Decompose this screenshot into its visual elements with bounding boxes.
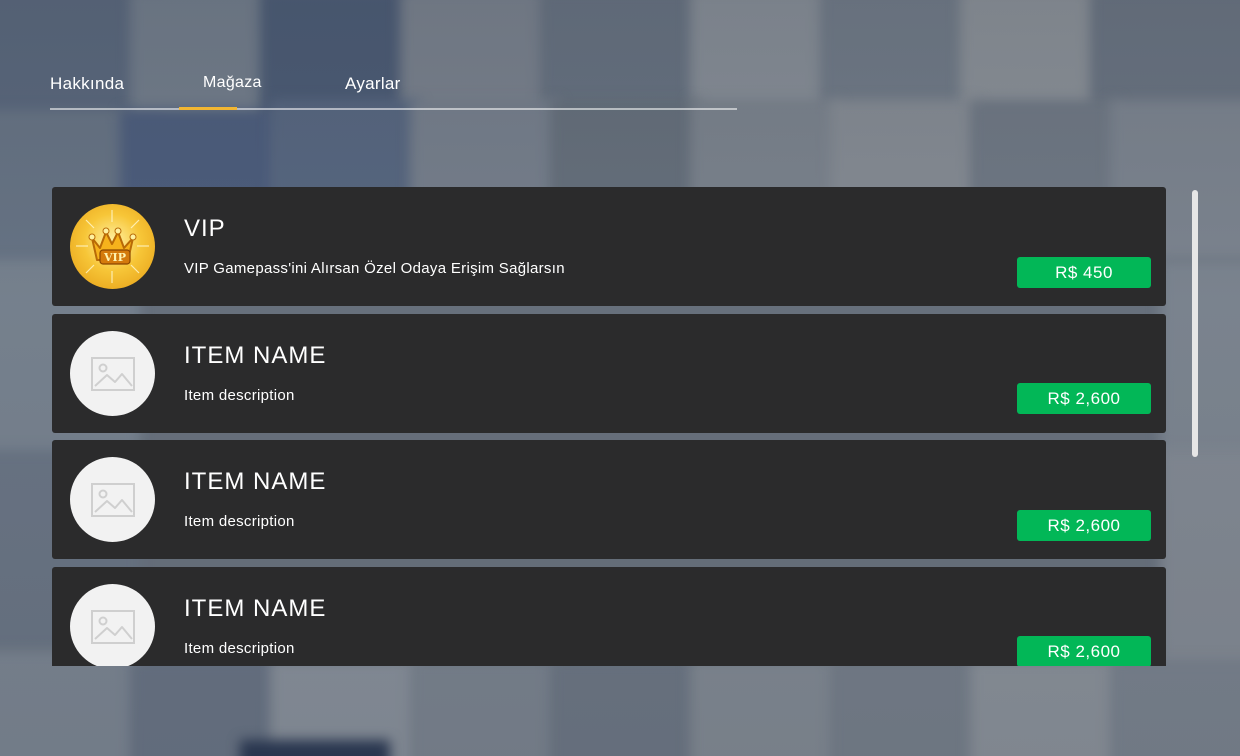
list-scrollbar[interactable]	[1192, 190, 1198, 457]
image-placeholder-icon	[70, 584, 155, 666]
tab-divider	[50, 108, 737, 110]
buy-button[interactable]: R$ 2,600	[1017, 383, 1151, 414]
item-description: Item description	[184, 640, 295, 657]
image-placeholder-icon	[70, 331, 155, 416]
buy-button[interactable]: R$ 2,600	[1017, 636, 1151, 666]
tab-hakkinda[interactable]: Hakkında	[50, 74, 124, 94]
item-description: Item description	[184, 387, 295, 404]
buy-button[interactable]: R$ 450	[1017, 257, 1151, 288]
item-description: VIP Gamepass'ini Alırsan Özel Odaya Eriş…	[184, 260, 565, 277]
store-item-list[interactable]: VIP VIP VIP Gamepass'ini Alırsan Özel Od…	[52, 187, 1166, 666]
image-placeholder-icon	[70, 457, 155, 542]
vip-crown-icon: VIP	[70, 204, 155, 289]
item-description: Item description	[184, 513, 295, 530]
item-title: ITEM NAME	[184, 342, 327, 369]
svg-text:VIP: VIP	[103, 251, 126, 264]
tab-bar: Hakkında Mağaza Ayarlar	[50, 68, 737, 110]
item-title: VIP	[184, 215, 226, 242]
store-item: ITEM NAME Item description R$ 2,600	[52, 314, 1166, 433]
store-item: ITEM NAME Item description R$ 2,600	[52, 567, 1166, 666]
item-title: ITEM NAME	[184, 468, 327, 495]
tab-ayarlar[interactable]: Ayarlar	[345, 74, 401, 94]
store-item: ITEM NAME Item description R$ 2,600	[52, 440, 1166, 559]
store-item-vip: VIP VIP VIP Gamepass'ini Alırsan Özel Od…	[52, 187, 1166, 306]
item-title: ITEM NAME	[184, 595, 327, 622]
active-tab-indicator	[179, 107, 237, 110]
tab-magaza[interactable]: Mağaza	[203, 74, 262, 92]
scrollbar-thumb[interactable]	[1192, 190, 1198, 457]
buy-button[interactable]: R$ 2,600	[1017, 510, 1151, 541]
